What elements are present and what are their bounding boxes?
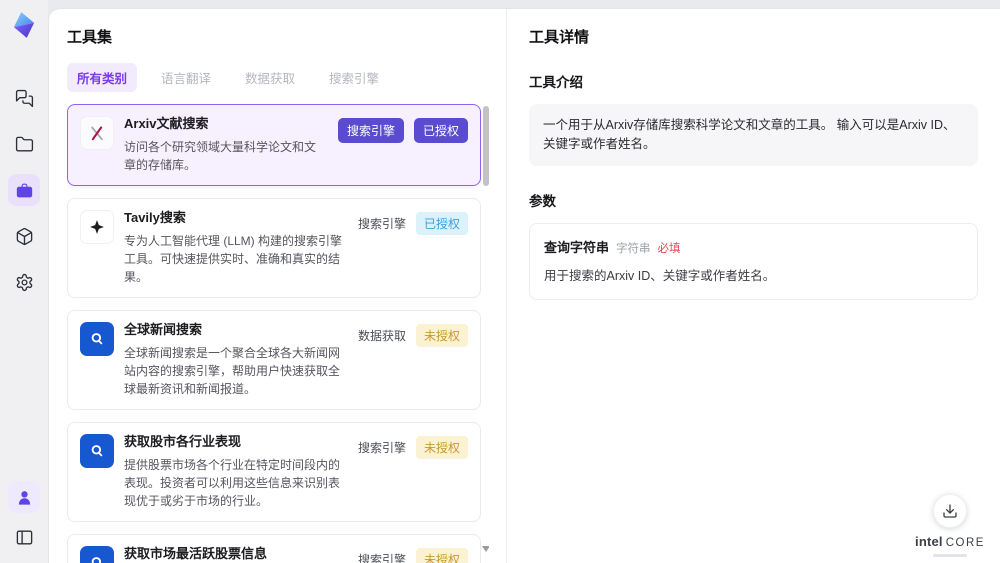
tavily-star-icon — [80, 209, 114, 244]
tab-search-engine[interactable]: 搜索引擎 — [319, 63, 389, 92]
download-button[interactable] — [933, 494, 967, 528]
list-scrollbar — [482, 104, 489, 563]
param-type: 字符串 — [616, 242, 651, 255]
tool-description: 提供股票市场各个行业在特定时间段内的表现。投资者可以利用这些信息来识别表现优于或… — [124, 457, 341, 508]
news-search-icon — [80, 321, 114, 356]
tool-card-sector-performance[interactable]: 获取股市各行业表现 提供股票市场各个行业在特定时间段内的表现。投资者可以利用这些… — [67, 421, 481, 522]
left-rail — [0, 0, 48, 563]
scrollbar-thumb[interactable] — [483, 106, 489, 186]
tool-card-most-active-stocks[interactable]: 获取市场最活跃股票信息 提供当天交易量最高的股票列表。投资者可以利用这些信息来识… — [67, 533, 481, 563]
tool-intro-text: 一个用于从Arxiv存储库搜索科学论文和文章的工具。 输入可以是Arxiv ID… — [529, 104, 978, 166]
category-label: 搜索引擎 — [357, 216, 406, 231]
tool-name: 获取市场最活跃股票信息 — [124, 545, 268, 561]
tool-list: Arxiv文献搜索 访问各个研究领域大量科学论文和文章的存储库。 搜索引擎 已授… — [67, 104, 489, 563]
tab-data-fetch[interactable]: 数据获取 — [235, 63, 305, 92]
param-required-flag: 必填 — [657, 242, 681, 255]
rail-nav — [8, 82, 40, 298]
tool-detail-panel: 工具详情 工具介绍 一个用于从Arxiv存储库搜索科学论文和文章的工具。 输入可… — [506, 9, 1000, 563]
page-title: 工具集 — [67, 29, 113, 46]
params-heading: 参数 — [529, 193, 556, 209]
chat-icon[interactable] — [8, 82, 40, 114]
tool-name: 全球新闻搜索 — [124, 321, 203, 337]
app-logo-icon — [9, 10, 39, 40]
cube-icon[interactable] — [8, 220, 40, 252]
main-surface: 工具集 所有类别 语言翻译 数据获取 搜索引擎 Arxiv文献搜索 访问各个研究… — [48, 8, 1000, 563]
category-label: 搜索引擎 — [357, 440, 406, 455]
status-badge: 已授权 — [413, 118, 468, 143]
scrollbar-down-arrow-icon[interactable] — [482, 546, 489, 552]
tab-language-translation[interactable]: 语言翻译 — [151, 63, 221, 92]
news-search-icon — [80, 433, 114, 468]
category-label: 数据获取 — [357, 328, 406, 343]
gear-icon[interactable] — [8, 266, 40, 298]
rail-bottom — [8, 481, 40, 553]
tool-description: 全球新闻搜索是一个聚合全球各大新闻网站内容的搜索引擎，帮助用户快速获取全球最新资… — [124, 345, 341, 396]
tool-card-tavily[interactable]: Tavily搜索 专为人工智能代理 (LLM) 构建的搜索引擎工具。可快速提供实… — [67, 197, 481, 298]
status-badge: 未授权 — [415, 435, 468, 459]
tools-panel: 工具集 所有类别 语言翻译 数据获取 搜索引擎 Arxiv文献搜索 访问各个研究… — [49, 9, 506, 563]
folder-icon[interactable] — [8, 128, 40, 160]
panel-toggle-icon[interactable] — [8, 521, 40, 553]
brand-divider — [933, 554, 967, 557]
tool-card-arxiv[interactable]: Arxiv文献搜索 访问各个研究领域大量科学论文和文章的存储库。 搜索引擎 已授… — [67, 104, 481, 186]
tab-all-categories[interactable]: 所有类别 — [67, 63, 138, 92]
tool-name: 获取股市各行业表现 — [124, 433, 242, 449]
tool-description: 专为人工智能代理 (LLM) 构建的搜索引擎工具。可快速提供实时、准确和真实的结… — [124, 233, 343, 284]
tool-name: Arxiv文献搜索 — [124, 116, 209, 131]
footer-widget: intel CORE — [912, 494, 988, 557]
category-tabs: 所有类别 语言翻译 数据获取 搜索引擎 — [67, 63, 506, 92]
param-name: 查询字符串 — [544, 239, 610, 255]
briefcase-icon[interactable] — [8, 174, 40, 206]
status-badge: 未授权 — [415, 323, 468, 347]
app-root: 工具集 所有类别 语言翻译 数据获取 搜索引擎 Arxiv文献搜索 访问各个研究… — [0, 0, 1000, 563]
intro-heading: 工具介绍 — [529, 75, 583, 90]
param-description: 用于搜索的Arxiv ID、关键字或作者姓名。 — [544, 268, 776, 283]
category-label: 搜索引擎 — [357, 552, 406, 563]
detail-title: 工具详情 — [529, 29, 590, 46]
intel-core-logo: intel CORE — [915, 534, 985, 549]
download-icon — [943, 504, 957, 518]
arxiv-icon — [80, 116, 114, 150]
tool-name: Tavily搜索 — [124, 209, 186, 225]
status-badge: 未授权 — [415, 547, 468, 563]
user-icon[interactable] — [8, 481, 40, 513]
param-card: 查询字符串 字符串 必填 用于搜索的Arxiv ID、关键字或作者姓名。 — [529, 222, 978, 300]
category-badge: 搜索引擎 — [337, 118, 404, 143]
news-search-icon — [80, 545, 114, 563]
status-badge: 已授权 — [415, 211, 468, 235]
tool-card-global-news[interactable]: 全球新闻搜索 全球新闻搜索是一个聚合全球各大新闻网站内容的搜索引擎，帮助用户快速… — [67, 309, 481, 410]
tool-description: 访问各个研究领域大量科学论文和文章的存储库。 — [124, 139, 317, 172]
